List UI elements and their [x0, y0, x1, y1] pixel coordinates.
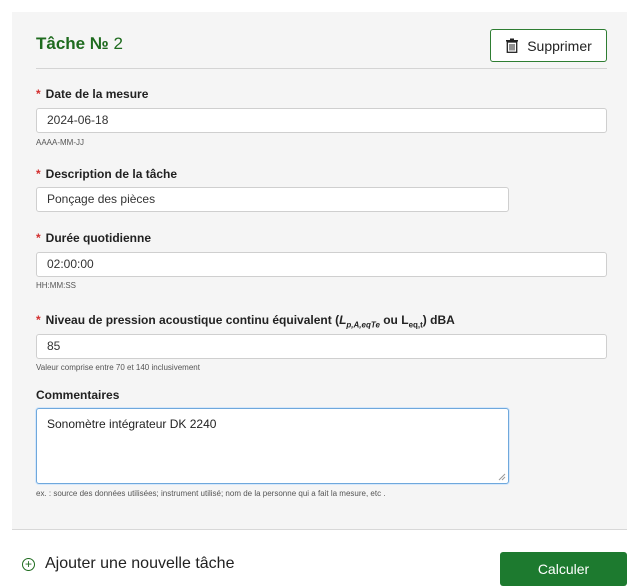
- task-title: Tâche № 2: [36, 34, 123, 54]
- date-input[interactable]: 2024-06-18: [36, 108, 607, 133]
- required-marker: *: [36, 231, 41, 245]
- comments-text: Sonomètre intégrateur DK 2240: [47, 417, 217, 431]
- plus-circle-icon: +: [22, 557, 35, 571]
- calculate-button[interactable]: Calculer: [500, 552, 627, 586]
- level-hint: Valeur comprise entre 70 et 140 inclusiv…: [36, 363, 200, 372]
- duration-label: * Durée quotidienne: [36, 231, 151, 245]
- date-label: * Date de la mesure: [36, 87, 148, 101]
- duration-input[interactable]: 02:00:00: [36, 252, 607, 277]
- delete-task-button[interactable]: Supprimer: [490, 29, 607, 62]
- level-label-text: Niveau de pression acoustique continu éq…: [45, 313, 340, 327]
- required-marker: *: [36, 313, 41, 327]
- description-input[interactable]: Ponçage des pièces: [36, 187, 509, 212]
- add-task-link[interactable]: + Ajouter une nouvelle tâche: [22, 555, 234, 573]
- task-number: 2: [113, 34, 124, 53]
- level-label-end: ) dBA: [422, 313, 455, 327]
- level-label-or: ou: [379, 313, 402, 327]
- task-card: Tâche № 2 Supprimer * Date de la mesure 2…: [12, 12, 627, 530]
- level-subscript-1: p,A,eqTe: [346, 320, 380, 330]
- comments-textarea[interactable]: Sonomètre intégrateur DK 2240: [36, 408, 509, 484]
- level-subscript-2: eq,t: [408, 320, 423, 330]
- delete-task-label: Supprimer: [527, 37, 592, 54]
- date-hint: AAAA-MM-JJ: [36, 138, 84, 147]
- duration-label-text: Durée quotidienne: [45, 231, 152, 245]
- duration-hint: HH:MM:SS: [36, 281, 76, 290]
- resize-grip-icon[interactable]: [498, 473, 506, 481]
- add-task-label: Ajouter une nouvelle tâche: [45, 555, 235, 572]
- level-symbol-leq: L: [401, 313, 409, 327]
- level-input[interactable]: 85: [36, 334, 607, 359]
- title-divider: [36, 68, 607, 69]
- comments-label: Commentaires: [36, 388, 120, 402]
- date-label-text: Date de la mesure: [45, 87, 149, 101]
- required-marker: *: [36, 87, 41, 101]
- task-title-prefix: Tâche №: [36, 34, 109, 53]
- level-label: * Niveau de pression acoustique continu é…: [36, 313, 455, 329]
- trash-icon: [506, 38, 519, 53]
- required-marker: *: [36, 167, 41, 181]
- description-label: * Description de la tâche: [36, 167, 177, 181]
- description-label-text: Description de la tâche: [45, 167, 178, 181]
- comments-hint: ex. : source des données utilisées; inst…: [36, 489, 386, 498]
- calculate-label: Calculer: [537, 561, 590, 577]
